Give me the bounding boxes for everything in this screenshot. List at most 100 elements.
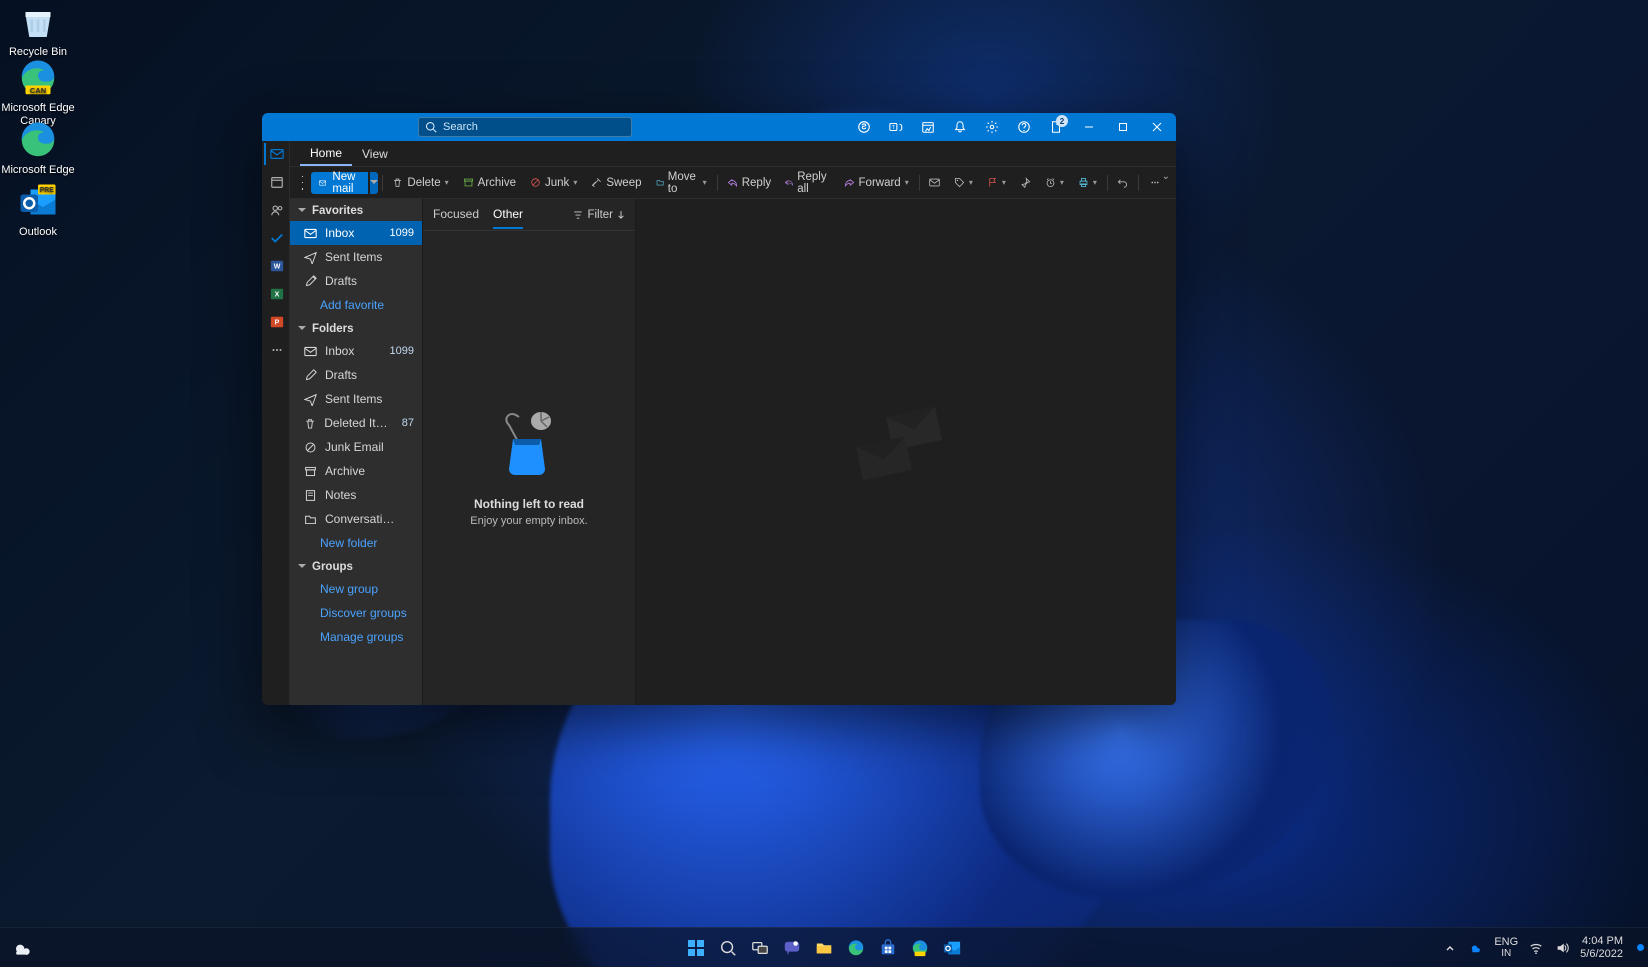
- new-mail-dropdown[interactable]: [370, 172, 378, 194]
- gear-icon[interactable]: [978, 113, 1006, 141]
- lang-code-2[interactable]: IN: [1494, 948, 1518, 959]
- tips-badge: 2: [1056, 115, 1068, 127]
- taskbar[interactable]: ENG IN 4:04 PM 5/6/2022: [0, 927, 1648, 967]
- task-view-icon[interactable]: [747, 935, 773, 961]
- taskbar-search-icon[interactable]: [715, 935, 741, 961]
- archive-button[interactable]: Archive: [457, 172, 522, 194]
- forward-button[interactable]: Forward▾: [838, 172, 915, 194]
- empty-subtitle: Enjoy your empty inbox.: [470, 515, 587, 527]
- lang-code-1[interactable]: ENG: [1494, 937, 1518, 948]
- tips-icon[interactable]: 2: [1042, 113, 1070, 141]
- close-button[interactable]: [1142, 113, 1172, 141]
- minimize-button[interactable]: [1074, 113, 1104, 141]
- mail-icon: [319, 177, 326, 189]
- folder-archive[interactable]: Archive: [290, 459, 422, 483]
- pivot-focused[interactable]: Focused: [433, 201, 479, 229]
- taskbar-edge-icon[interactable]: [843, 935, 869, 961]
- tab-home[interactable]: Home: [300, 142, 352, 166]
- help-icon[interactable]: [1010, 113, 1038, 141]
- onedrive-icon[interactable]: [1468, 940, 1484, 956]
- junk-button[interactable]: Junk▾: [524, 172, 583, 194]
- taskbar-store-icon[interactable]: [875, 935, 901, 961]
- folder-drafts[interactable]: Drafts: [290, 269, 422, 293]
- folder-deleted[interactable]: Deleted Items 87: [290, 411, 422, 435]
- discover-groups-link[interactable]: Discover groups: [290, 601, 422, 625]
- move-to-button[interactable]: Move to▾: [650, 172, 713, 194]
- new-mail-label: New mail: [332, 171, 360, 195]
- chat-icon[interactable]: [779, 935, 805, 961]
- forward-label: Forward: [859, 177, 901, 189]
- wifi-icon[interactable]: [1528, 940, 1544, 956]
- new-mail-button[interactable]: New mail: [311, 172, 368, 194]
- rail-mail-icon[interactable]: [264, 143, 288, 165]
- desktop-icon-edge[interactable]: Microsoft Edge: [0, 120, 76, 177]
- add-favorite-link[interactable]: Add favorite: [290, 293, 422, 317]
- desktop-icon-outlook[interactable]: PRE Outlook: [0, 182, 76, 239]
- taskbar-outlook-icon[interactable]: [939, 935, 965, 961]
- folder-sent[interactable]: Sent Items: [290, 387, 422, 411]
- folder-inbox[interactable]: Inbox 1099: [290, 221, 422, 245]
- maximize-button[interactable]: [1108, 113, 1138, 141]
- rail-word-icon[interactable]: W: [264, 255, 288, 277]
- manage-groups-link[interactable]: Manage groups: [290, 625, 422, 649]
- empty-state: Nothing left to read Enjoy your empty in…: [423, 231, 635, 705]
- filter-label: Filter: [587, 209, 613, 221]
- favorites-header[interactable]: Favorites: [290, 199, 422, 221]
- folders-header[interactable]: Folders: [290, 317, 422, 339]
- sweep-button[interactable]: Sweep: [585, 172, 647, 194]
- rail-calendar-icon[interactable]: [264, 171, 288, 193]
- folder-pane: Favorites Inbox 1099 Sent Items Drafts A…: [290, 199, 422, 705]
- folder-junk[interactable]: Junk Email: [290, 435, 422, 459]
- new-folder-link[interactable]: New folder: [290, 531, 422, 555]
- groups-label: Groups: [312, 561, 353, 573]
- day-icon[interactable]: [914, 113, 942, 141]
- desktop-icon-recycle-bin[interactable]: Recycle Bin: [0, 2, 76, 59]
- explorer-icon[interactable]: [811, 935, 837, 961]
- folder-label: Inbox: [325, 226, 354, 240]
- rail-powerpoint-icon[interactable]: P: [264, 311, 288, 333]
- folder-inbox[interactable]: Inbox 1099: [290, 339, 422, 363]
- new-group-link[interactable]: New group: [290, 577, 422, 601]
- weather-widget-icon[interactable]: [8, 935, 34, 961]
- rail-people-icon[interactable]: [264, 199, 288, 221]
- reply-all-button[interactable]: Reply all: [779, 172, 835, 194]
- undo-button[interactable]: [1111, 172, 1134, 194]
- taskbar-edge-canary-icon[interactable]: [907, 935, 933, 961]
- folder-notes[interactable]: Notes: [290, 483, 422, 507]
- desktop-icon-label: Outlook: [19, 226, 57, 238]
- folder-label: Notes: [325, 488, 356, 502]
- skype-icon[interactable]: [850, 113, 878, 141]
- rail-more-icon[interactable]: [264, 339, 288, 361]
- read-unread-button[interactable]: [923, 172, 946, 194]
- pivot-other[interactable]: Other: [493, 201, 523, 229]
- message-list-pane: Focused Other Filter: [422, 199, 636, 705]
- folder-drafts[interactable]: Drafts: [290, 363, 422, 387]
- bell-icon[interactable]: [946, 113, 974, 141]
- tab-view[interactable]: View: [352, 143, 398, 165]
- groups-header[interactable]: Groups: [290, 555, 422, 577]
- pin-button[interactable]: [1014, 172, 1037, 194]
- folder-sent[interactable]: Sent Items: [290, 245, 422, 269]
- filter-button[interactable]: Filter: [573, 209, 625, 221]
- snooze-button[interactable]: ▾: [1039, 172, 1070, 194]
- teams-icon[interactable]: T: [882, 113, 910, 141]
- search-box[interactable]: Search: [418, 117, 632, 137]
- tag-button[interactable]: ▾: [948, 172, 979, 194]
- collapse-ribbon-icon[interactable]: ⌄: [1162, 171, 1170, 182]
- delete-button[interactable]: Delete▾: [386, 172, 454, 194]
- flag-button[interactable]: ▾: [981, 172, 1012, 194]
- start-button[interactable]: [683, 935, 709, 961]
- rail-excel-icon[interactable]: X: [264, 283, 288, 305]
- hamburger-icon[interactable]: [302, 176, 303, 190]
- reply-button[interactable]: Reply: [721, 172, 777, 194]
- volume-icon[interactable]: [1554, 940, 1570, 956]
- clock[interactable]: 4:04 PM 5/6/2022: [1580, 935, 1623, 961]
- folder-count: 87: [402, 417, 414, 429]
- desktop-icon-edge-canary[interactable]: CAN Microsoft Edge Canary: [0, 58, 76, 128]
- outlook-titlebar[interactable]: Search T 2: [262, 113, 1176, 141]
- rail-todo-icon[interactable]: [264, 227, 288, 249]
- notification-indicator[interactable]: [1637, 944, 1644, 951]
- folder-conversation-history[interactable]: Conversation His...: [290, 507, 422, 531]
- print-button[interactable]: ▾: [1072, 172, 1103, 194]
- tray-chevron-icon[interactable]: [1442, 940, 1458, 956]
